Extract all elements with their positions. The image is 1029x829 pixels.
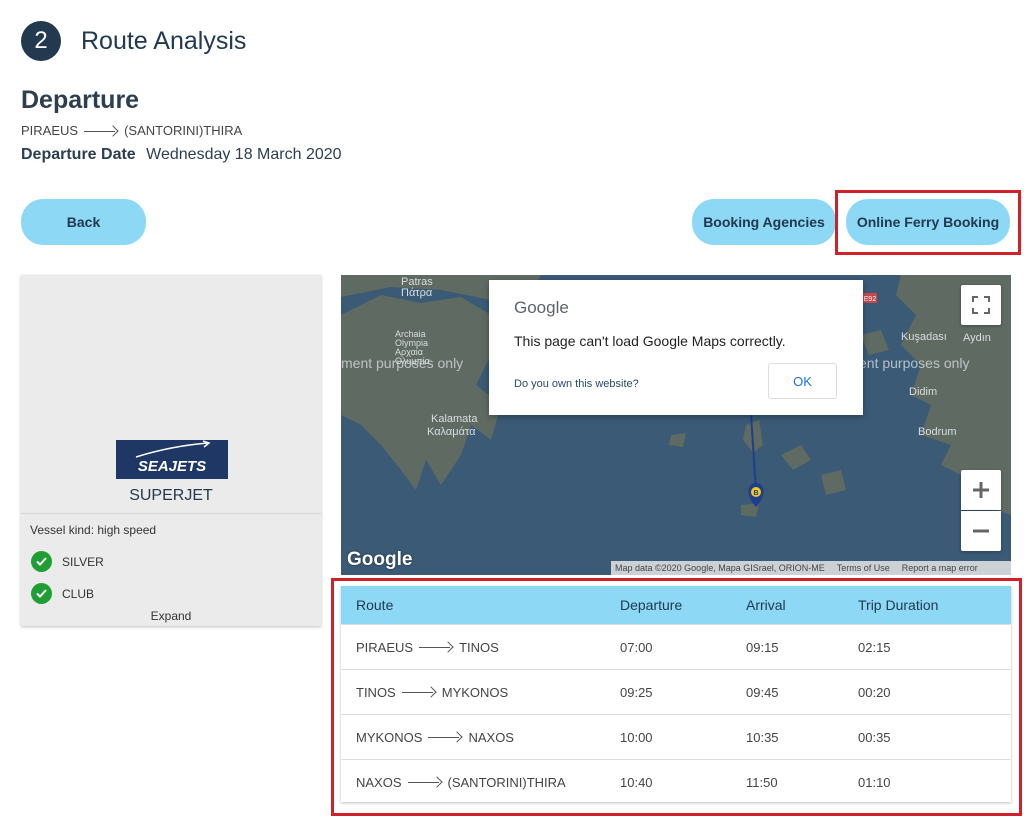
own-website-link[interactable]: Do you own this website?	[514, 378, 639, 390]
dialog-brand: Google	[514, 298, 569, 317]
zoom-in-button[interactable]	[961, 470, 1001, 510]
map-label-kalamata: Kalamata	[431, 413, 478, 425]
expand-link[interactable]: Expand	[21, 609, 321, 623]
route-summary: PIRAEUS (SANTORINI)THIRA	[21, 123, 242, 138]
back-button[interactable]: Back	[21, 199, 146, 245]
class-item: SILVER	[31, 551, 104, 572]
fullscreen-button[interactable]	[961, 285, 1001, 325]
dialog-message: This page can't load Google Maps correct…	[514, 333, 786, 349]
map-attribution: Map data ©2020 Google, Mapa GISrael, ORI…	[611, 561, 1011, 575]
highlight-box-booking	[835, 190, 1021, 255]
map-data-attribution: Map data ©2020 Google, Mapa GISrael, ORI…	[615, 563, 825, 573]
vessel-card: SEAJETS SUPERJET Vessel kind: high speed…	[21, 275, 321, 626]
arrow-right-icon	[84, 124, 118, 138]
terms-link[interactable]: Terms of Use	[837, 563, 890, 573]
seajets-logo-text: SEAJETS	[138, 458, 206, 475]
map-label-patras-gr: Πάτρα	[401, 287, 433, 299]
dev-watermark-right: ent purposes only	[859, 355, 970, 371]
dialog-ok-button[interactable]: OK	[768, 363, 837, 399]
route-map[interactable]: B E92 Patras Πάτρα Archaia Olympia Αρχαί…	[341, 275, 1011, 575]
map-label-didim: Didim	[909, 386, 938, 398]
route-from: PIRAEUS	[21, 123, 79, 138]
seajets-logo: SEAJETS	[116, 440, 228, 479]
booking-agencies-button[interactable]: Booking Agencies	[692, 199, 836, 245]
road-badge: E92	[864, 296, 877, 303]
check-circle-icon	[31, 583, 52, 604]
check-circle-icon	[31, 551, 52, 572]
map-label-kusadasi: Kuşadası	[901, 331, 947, 343]
route-to: (SANTORINI)THIRA	[124, 123, 243, 138]
departure-date-value: Wednesday 18 March 2020	[146, 146, 342, 163]
class-item: CLUB	[31, 583, 94, 604]
class-label: SILVER	[62, 554, 104, 569]
plus-icon	[973, 482, 989, 498]
map-label-bodrum: Bodrum	[918, 426, 957, 438]
step-number-badge: 2	[21, 21, 61, 61]
google-logo: Google	[347, 549, 413, 570]
class-label: CLUB	[62, 586, 95, 601]
highlight-box-schedule	[331, 578, 1022, 816]
page-title: Route Analysis	[81, 26, 247, 55]
vessel-kind: Vessel kind: high speed	[30, 523, 157, 537]
departure-date: Departure Date Wednesday 18 March 2020	[21, 146, 342, 164]
zoom-out-button[interactable]	[961, 511, 1001, 551]
maps-error-dialog: Google This page can't load Google Maps …	[489, 280, 863, 415]
report-error-link[interactable]: Report a map error	[902, 563, 978, 573]
divider	[21, 513, 321, 514]
step-header: 2 Route Analysis	[21, 21, 246, 61]
departure-heading: Departure	[21, 86, 140, 114]
minus-icon	[973, 529, 989, 533]
vessel-name: SUPERJET	[129, 487, 213, 504]
marker-b-label: B	[753, 490, 758, 497]
departure-date-label: Departure Date	[21, 146, 136, 163]
map-label-aydin: Aydın	[963, 332, 991, 344]
map-label-kalamata-gr: Καλαμάτα	[427, 426, 476, 438]
dev-watermark-left: ment purposes only	[341, 355, 464, 371]
fullscreen-icon	[972, 296, 990, 314]
